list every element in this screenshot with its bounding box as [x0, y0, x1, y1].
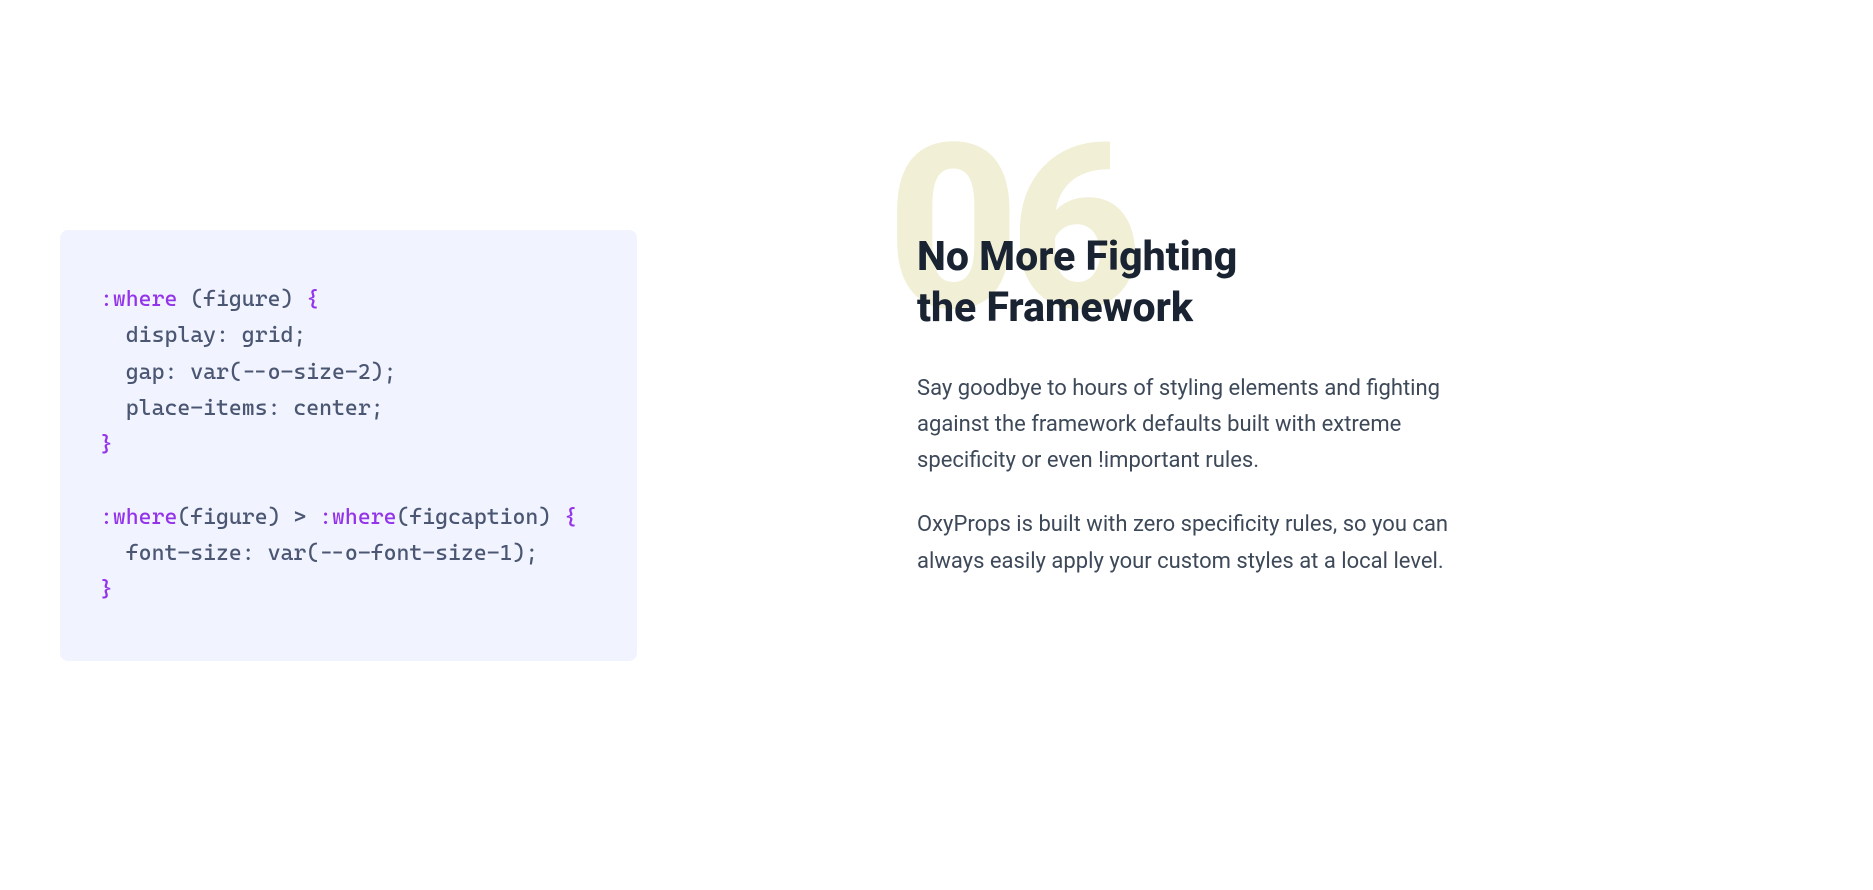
- section-paragraph: Say goodbye to hours of styling elements…: [917, 371, 1477, 480]
- code-token: {: [293, 287, 319, 312]
- code-token: >: [280, 505, 319, 530]
- section-heading: No More Fighting the Framework: [917, 232, 1477, 335]
- code-token: figure: [190, 505, 267, 530]
- heading-line: No More Fighting: [917, 233, 1237, 281]
- code-token: place-items: center;: [100, 396, 384, 421]
- code-token: ): [538, 505, 551, 530]
- code-token: ): [280, 287, 293, 312]
- code-token: (: [190, 287, 203, 312]
- code-token: figcaption: [409, 505, 538, 530]
- code-token: :where: [319, 505, 396, 530]
- code-token: (: [177, 505, 190, 530]
- text-column: 06 No More Fighting the Framework Say go…: [917, 120, 1477, 608]
- feature-section: :where (figure) { display: grid; gap: va…: [0, 0, 1873, 661]
- code-token: {: [551, 505, 577, 530]
- code-token: font-size: var(--o-font-size-1);: [100, 541, 538, 566]
- code-token: (: [396, 505, 409, 530]
- code-token: gap: var(--o-size-2);: [100, 360, 396, 385]
- code-token: ): [268, 505, 281, 530]
- section-paragraph: OxyProps is built with zero specificity …: [917, 507, 1477, 580]
- code-token: }: [100, 577, 113, 602]
- code-token: :where: [100, 505, 177, 530]
- code-token: }: [100, 432, 113, 457]
- code-example: :where (figure) { display: grid; gap: va…: [60, 230, 637, 661]
- heading-line: the Framework: [917, 284, 1193, 332]
- code-token: :where: [100, 287, 190, 312]
- code-token: display: grid;: [100, 323, 306, 348]
- code-token: figure: [203, 287, 280, 312]
